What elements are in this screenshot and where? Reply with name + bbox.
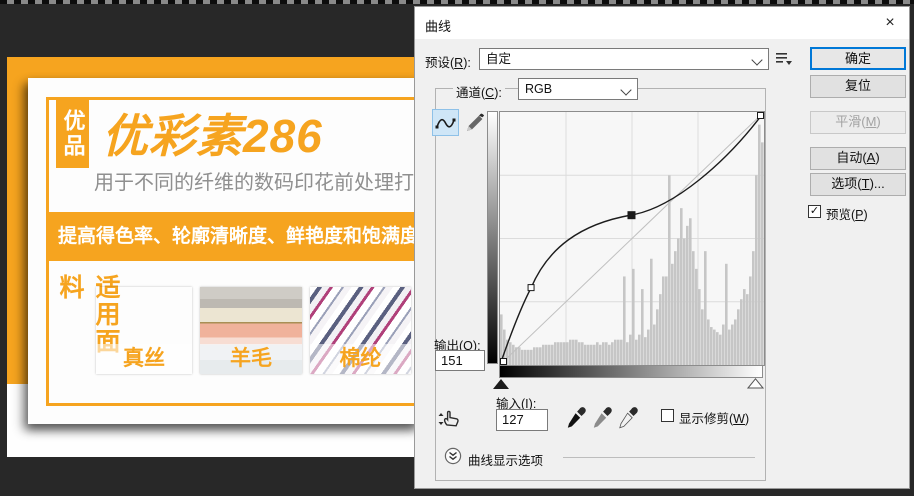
ad-banner: 提高得色率、轮廓清晰度、鲜艳度和饱满度 <box>46 212 420 261</box>
close-icon[interactable]: × <box>879 12 901 34</box>
auto-button[interactable]: 自动(A) <box>810 147 906 170</box>
preset-select[interactable]: 自定 <box>479 48 769 70</box>
preview-label: 预览(P) <box>826 204 868 223</box>
input-gradient-bar <box>499 365 763 378</box>
fabric-swatch-wool: 羊毛 <box>200 287 302 374</box>
ad-badge-text: 优品 <box>57 109 89 159</box>
show-clipping-label: 显示修剪(W) <box>679 408 749 427</box>
curve-tool-icon <box>435 115 456 131</box>
smooth-button: 平滑(M) <box>810 111 906 134</box>
options-button[interactable]: 选项(T)... <box>810 173 906 196</box>
curve-point[interactable] <box>528 285 534 291</box>
white-point-eyedropper-icon[interactable] <box>617 405 639 432</box>
input-field[interactable]: 127 <box>496 409 548 431</box>
channel-select[interactable]: RGB <box>518 78 638 100</box>
show-clipping-checkbox[interactable] <box>661 409 674 422</box>
ok-button[interactable]: 确定 <box>810 47 906 70</box>
ad-subtitle: 用于不同的纤维的数码印花前处理打底 <box>94 166 424 195</box>
hand-adjust-icon <box>437 405 463 431</box>
targeted-adjustment-tool[interactable] <box>437 405 463 431</box>
black-point-eyedropper-icon[interactable] <box>565 405 587 432</box>
photoshop-workspace: 优品 优彩素286 用于不同的纤维的数码印花前处理打底 提高得色率、轮廓清晰度、… <box>0 0 914 496</box>
chevron-down-icon <box>751 54 762 65</box>
gray-point-eyedropper-icon[interactable] <box>591 405 613 432</box>
curve-point[interactable] <box>501 359 507 365</box>
fabric-label: 棉纶 <box>310 344 411 374</box>
pencil-tool[interactable] <box>461 109 488 136</box>
dialog-title: 曲线 <box>425 16 451 35</box>
fabric-label: 羊毛 <box>200 344 302 374</box>
curves-dialog: 曲线 × 预设(R): 自定 确定 复位 通道(C): RGB 平滑(M) <box>414 6 910 489</box>
curve-point-tool[interactable] <box>432 109 459 136</box>
ad-card: 优品 优彩素286 用于不同的纤维的数码印花前处理打底 提高得色率、轮廓清晰度、… <box>28 78 420 424</box>
shadow-slider[interactable] <box>493 379 509 389</box>
chevron-down-icon <box>620 84 631 95</box>
divider <box>563 457 755 458</box>
fabric-swatch-cotton: 棉纶 <box>310 287 411 374</box>
ad-badge: 优品 <box>56 100 89 168</box>
curve-point-selected[interactable] <box>628 212 635 219</box>
pencil-icon <box>464 112 486 134</box>
highlight-slider[interactable] <box>747 378 764 389</box>
fabric-label: 真丝 <box>96 344 192 374</box>
expand-chevron-icon[interactable] <box>444 447 462 465</box>
output-gradient-bar <box>487 111 498 364</box>
curve-grid[interactable] <box>499 111 765 366</box>
output-field[interactable]: 151 <box>435 350 485 371</box>
reset-button[interactable]: 复位 <box>810 75 906 98</box>
preset-label: 预设(R): <box>425 52 471 71</box>
channel-label: 通道(C): <box>453 82 505 101</box>
curve-point[interactable] <box>758 113 764 119</box>
dialog-titlebar[interactable]: 曲线 × <box>415 7 909 39</box>
preview-checkbox[interactable]: ✓ <box>808 205 821 218</box>
preset-menu-icon[interactable] <box>775 51 793 66</box>
curve-display-options-label[interactable]: 曲线显示选项 <box>468 450 543 469</box>
selection-marching-ants <box>0 0 914 4</box>
ad-product-title: 优彩素286 <box>102 100 422 166</box>
fabric-swatch-silk: 真丝 <box>96 287 192 374</box>
